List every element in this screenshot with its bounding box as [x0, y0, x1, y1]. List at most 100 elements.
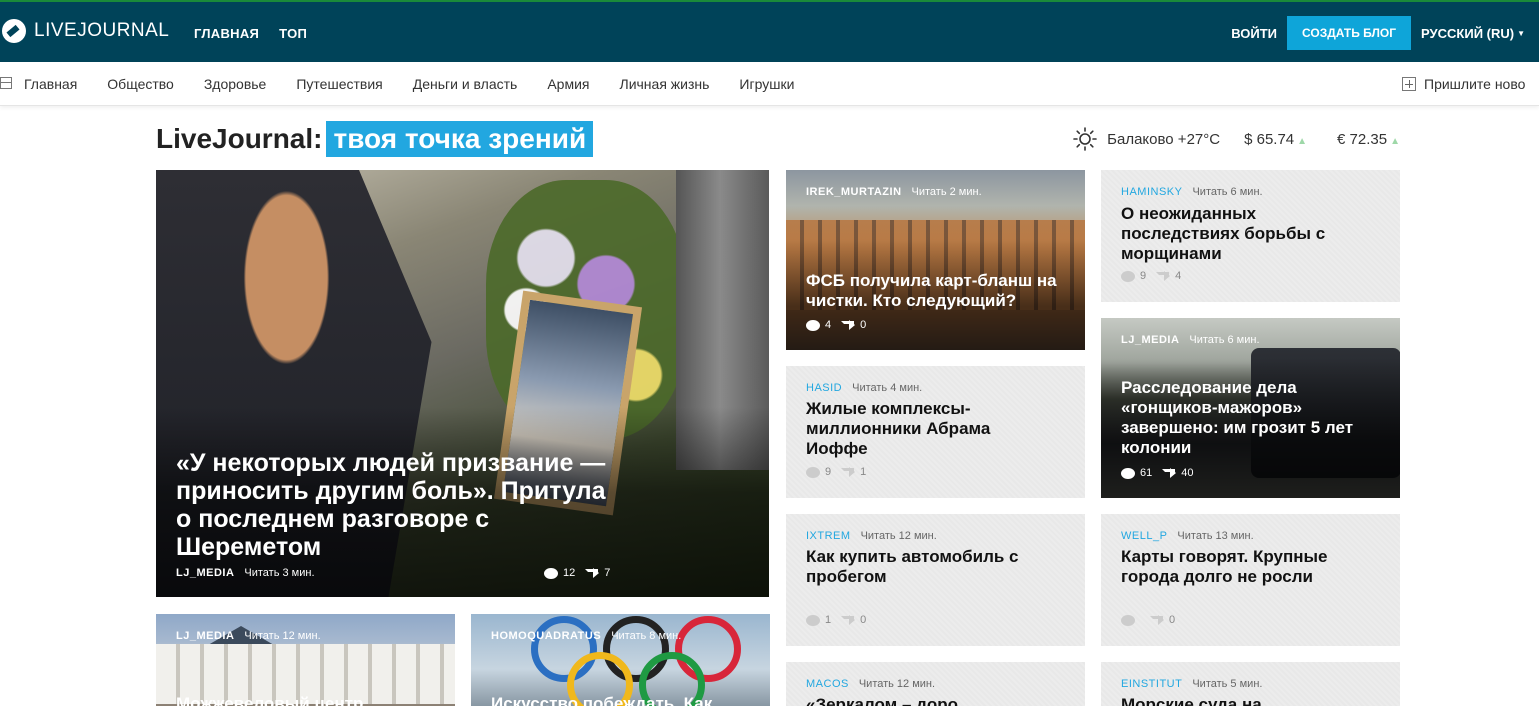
suggest-news-link[interactable]: Пришлите ново	[1402, 76, 1525, 92]
card-title[interactable]: Морские суда на	[1121, 695, 1381, 706]
info-widgets: Балаково +27°C $ 65.74 ▲ € 72.35 ▲	[1073, 127, 1400, 151]
comments-stat[interactable]: 61	[1121, 467, 1152, 479]
card-title[interactable]: О неожиданных последствиях борьбы с морщ…	[1121, 204, 1371, 264]
article-card-ixtrem[interactable]: IXTREM Читать 12 мин. Как купить автомоб…	[786, 514, 1085, 646]
card-title[interactable]: Искусство побеждать. Как	[491, 694, 761, 706]
nav-home-link[interactable]: ГЛАВНАЯ	[194, 26, 259, 41]
brand-slogan: твоя точка зрений	[326, 121, 594, 157]
login-link[interactable]: ВОЙТИ	[1231, 26, 1277, 41]
shares-stat[interactable]: 40	[1162, 467, 1194, 479]
nav-top-link[interactable]: ТОП	[279, 26, 307, 41]
article-card-einstitut[interactable]: EINSTITUT Читать 5 мин. Морские суда на	[1101, 662, 1400, 706]
comments-stat[interactable]: 12	[544, 567, 575, 579]
logo[interactable]: LIVEJOURNAL	[2, 19, 169, 43]
create-blog-button[interactable]: СОЗДАТЬ БЛОГ	[1287, 16, 1412, 50]
feature-card-fsb[interactable]: IREK_MURTAZIN Читать 2 мин. ФСБ получила…	[786, 170, 1085, 350]
category-home[interactable]: Главная	[24, 76, 77, 92]
shares-count: 0	[1169, 614, 1176, 626]
article-card-hasid[interactable]: HASID Читать 4 мин. Жилые комплексы-милл…	[786, 366, 1085, 498]
card-author[interactable]: MACOS	[806, 678, 849, 690]
card-read-time: Читать 13 мин.	[1177, 530, 1254, 542]
page-title: LiveJournal: твоя точка зрений	[156, 121, 594, 157]
shares-stat[interactable]: 0	[841, 614, 866, 626]
card-author[interactable]: LJ_MEDIA	[176, 567, 234, 579]
sun-icon	[1073, 127, 1097, 151]
category-money-power[interactable]: Деньги и власть	[413, 76, 518, 92]
card-meta: IXTREM Читать 12 мин.	[806, 530, 937, 542]
shares-stat[interactable]: 0	[1150, 614, 1175, 626]
shares-count: 4	[1175, 270, 1182, 282]
card-author[interactable]: WELL_P	[1121, 530, 1167, 542]
card-stats: 1 0	[806, 614, 876, 626]
card-title[interactable]: Жилые комплексы-миллионники Абрама Иоффе	[806, 399, 1036, 459]
top-nav: ГЛАВНАЯ ТОП	[194, 26, 307, 41]
card-title[interactable]: Как купить автомобиль с пробегом	[806, 547, 1066, 587]
share-icon	[1156, 271, 1171, 281]
comments-stat[interactable]: 4	[806, 319, 831, 331]
card-read-time: Читать 6 мин.	[1192, 186, 1263, 198]
card-title[interactable]: «У некоторых людей призвание — приносить…	[176, 449, 626, 561]
comment-icon	[806, 319, 820, 331]
category-toys[interactable]: Игрушки	[739, 76, 794, 92]
category-society[interactable]: Общество	[107, 76, 174, 92]
card-read-time: Читать 4 мин.	[852, 382, 923, 394]
feature-card-homoquadratus[interactable]: HOMOQUADRATUS Читать 8 мин. Искусство по…	[471, 614, 770, 706]
feature-card-racers[interactable]: LJ_MEDIA Читать 6 мин. Расследование дел…	[1101, 318, 1400, 498]
card-author[interactable]: HAMINSKY	[1121, 186, 1182, 198]
article-card-haminsky[interactable]: HAMINSKY Читать 6 мин. О неожиданных пос…	[1101, 170, 1400, 302]
usd-value: $ 65.74	[1244, 130, 1295, 148]
card-author[interactable]: HOMOQUADRATUS	[491, 630, 601, 642]
comments-count: 9	[825, 466, 832, 478]
feature-card-lj-media-bottom[interactable]: LJ_MEDIA Читать 12 мин. Можжевеловый цен…	[156, 614, 455, 706]
card-title[interactable]: Карты говорят. Крупные города долго не р…	[1121, 547, 1381, 587]
language-selector[interactable]: РУССКИЙ (RU) ▼	[1421, 26, 1525, 41]
category-personal-life[interactable]: Личная жизнь	[620, 76, 710, 92]
shares-stat[interactable]: 1	[841, 466, 866, 478]
comments-stat[interactable]	[1121, 614, 1140, 626]
category-travel[interactable]: Путешествия	[296, 76, 382, 92]
card-meta: HOMOQUADRATUS Читать 8 мин.	[491, 630, 681, 642]
card-meta: MACOS Читать 12 мин.	[806, 678, 935, 690]
eur-rate: € 72.35 ▲	[1337, 131, 1400, 148]
usd-rate: $ 65.74 ▲	[1244, 131, 1307, 148]
card-read-time: Читать 12 мин.	[858, 678, 936, 690]
card-title[interactable]: «Зеркалом – доро	[806, 695, 1066, 706]
suggest-news-label: Пришлите ново	[1424, 76, 1526, 92]
shares-stat[interactable]: 0	[841, 319, 866, 331]
card-author[interactable]: LJ_MEDIA	[176, 630, 234, 642]
category-army[interactable]: Армия	[547, 76, 589, 92]
comments-count: 61	[1140, 467, 1153, 479]
category-health[interactable]: Здоровье	[204, 76, 267, 92]
card-author[interactable]: EINSTITUT	[1121, 678, 1182, 690]
article-card-well-p[interactable]: WELL_P Читать 13 мин. Карты говорят. Кру…	[1101, 514, 1400, 646]
comments-stat[interactable]: 9	[1121, 270, 1146, 282]
card-title[interactable]: Расследование дела «гонщиков-мажоров» за…	[1121, 378, 1361, 458]
comments-stat[interactable]: 9	[806, 466, 831, 478]
up-arrow-icon: ▲	[1297, 135, 1308, 147]
logo-text: LIVEJOURNAL	[34, 20, 170, 41]
card-read-time: Читать 6 мин.	[1189, 334, 1260, 346]
shares-stat[interactable]: 7	[585, 567, 610, 579]
card-stats: 9 1	[806, 466, 876, 478]
card-author[interactable]: IREK_MURTAZIN	[806, 186, 902, 198]
shares-count: 0	[860, 319, 867, 331]
card-read-time: Читать 12 мин.	[244, 630, 321, 642]
comments-count: 1	[825, 614, 832, 626]
card-author[interactable]: IXTREM	[806, 530, 851, 542]
article-card-macos[interactable]: MACOS Читать 12 мин. «Зеркалом – доро	[786, 662, 1085, 706]
card-title[interactable]: ФСБ получила карт-бланш на чистки. Кто с…	[806, 271, 1076, 311]
up-arrow-icon: ▲	[1390, 135, 1400, 147]
category-nav: Главная Общество Здоровье Путешествия Де…	[24, 76, 824, 92]
plus-icon	[1402, 77, 1416, 91]
shares-stat[interactable]: 4	[1156, 270, 1181, 282]
comments-stat[interactable]: 1	[806, 614, 831, 626]
card-meta: WELL_P Читать 13 мин.	[1121, 530, 1254, 542]
share-icon	[585, 568, 600, 578]
card-author[interactable]: LJ_MEDIA	[1121, 334, 1179, 346]
card-author[interactable]: HASID	[806, 382, 842, 394]
card-title[interactable]: Можжевеловый центр	[176, 694, 446, 706]
feature-card-main[interactable]: «У некоторых людей призвание — приносить…	[156, 170, 769, 597]
caret-down-icon: ▼	[1517, 28, 1525, 38]
card-stats: 9 4	[1121, 270, 1191, 282]
card-read-time: Читать 12 мин.	[860, 530, 937, 542]
